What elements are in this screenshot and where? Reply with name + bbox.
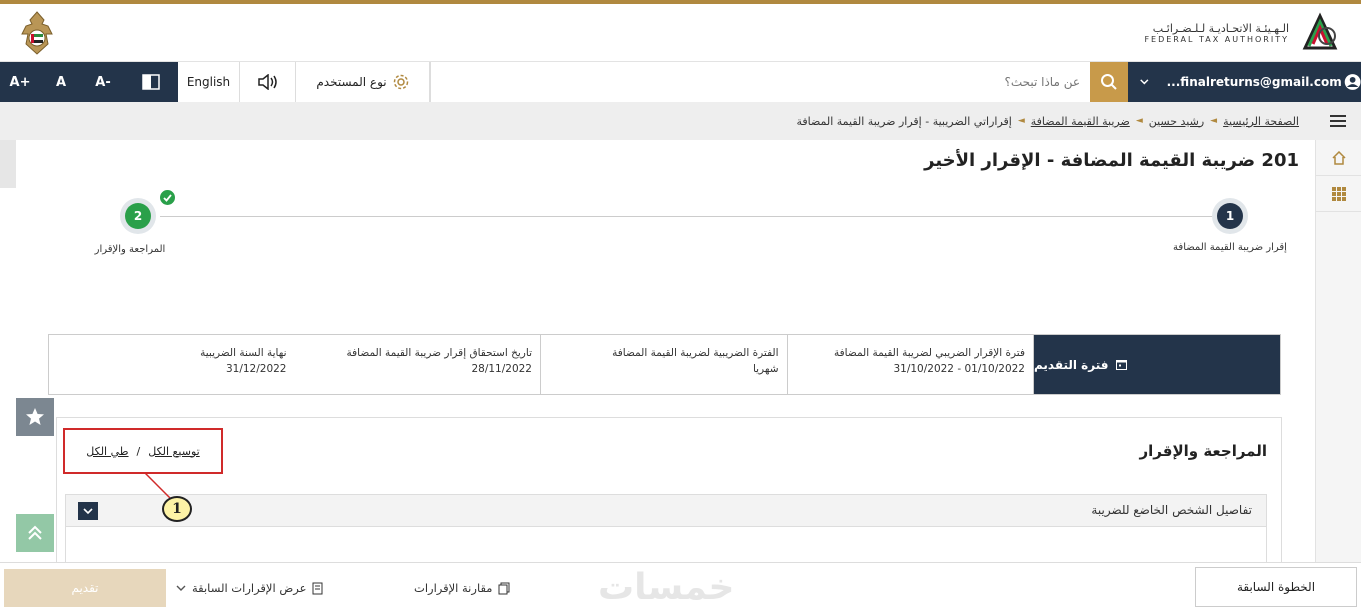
- info-label: نهاية السنة الضريبية: [200, 347, 287, 359]
- breadcrumb-home[interactable]: الصفحة الرئيسية: [1223, 115, 1299, 128]
- info-cell-due-date: تاريخ استحقاق إقرار ضريبة القيمة المضافة…: [295, 335, 541, 394]
- compare-returns-button[interactable]: مقارنة الإقرارات: [414, 569, 510, 607]
- expand-collapse-separator: /: [136, 444, 141, 458]
- hamburger-icon: [1330, 115, 1346, 127]
- chevron-down-icon: [176, 585, 186, 591]
- scroll-top-button[interactable]: [16, 514, 54, 552]
- uae-emblem-icon: [18, 10, 56, 56]
- calendar-icon: [1116, 360, 1128, 370]
- fta-name-en: FEDERAL TAX AUTHORITY: [1144, 35, 1289, 44]
- search-input[interactable]: [430, 62, 1090, 102]
- apps-button[interactable]: [1316, 176, 1361, 212]
- fta-name-ar: الـهـيئـة الاتحـاديـة لـلـضـرائـب: [1152, 22, 1289, 35]
- expand-collapse-highlight: توسيع الكل / طي الكل: [63, 428, 223, 474]
- info-cell-return-period: فترة الإقرار الضريبي لضريبة القيمة المضا…: [788, 335, 1034, 394]
- search-icon: [1101, 74, 1117, 90]
- step-1[interactable]: 1: [1212, 198, 1248, 234]
- submit-button[interactable]: تقديم: [4, 569, 166, 607]
- info-label: تاريخ استحقاق إقرار ضريبة القيمة المضافة: [346, 347, 532, 359]
- home-icon: [1332, 150, 1346, 165]
- callout-badge: 1: [162, 496, 192, 522]
- breadcrumb-taxpayer[interactable]: رشيد حسين: [1149, 115, 1204, 128]
- info-value: شهريا: [752, 363, 779, 375]
- account-email: ...finalreturns@gmail.com: [1166, 75, 1342, 89]
- hamburger-menu-button[interactable]: [1315, 102, 1361, 140]
- left-edge-tab[interactable]: [0, 140, 16, 188]
- user-avatar-icon: [1344, 74, 1361, 90]
- return-doc-icon: [312, 582, 323, 594]
- step-2-label: المراجعة والإقرار: [94, 244, 166, 255]
- review-title: المراجعة والإقرار: [1139, 442, 1267, 460]
- info-cell-year-end: نهاية السنة الضريبية 31/12/2022: [49, 335, 295, 394]
- logo-bar: الـهـيئـة الاتحـاديـة لـلـضـرائـب FEDERA…: [0, 4, 1361, 62]
- font-decrease-button[interactable]: A-: [82, 62, 124, 102]
- search-button[interactable]: [1090, 62, 1128, 102]
- info-value: 01/10/2022 - 31/10/2022: [893, 363, 1025, 375]
- filing-info-table: فترة التقديم فترة الإقرار الضريبي لضريبة…: [48, 334, 1281, 395]
- check-icon: [160, 190, 175, 205]
- account-menu[interactable]: ...finalreturns@gmail.com: [1128, 62, 1361, 102]
- fta-logo[interactable]: الـهـيئـة الاتحـاديـة لـلـضـرائـب FEDERA…: [1144, 10, 1343, 56]
- previous-returns-button[interactable]: عرض الإقرارات السابقة: [176, 569, 324, 607]
- step-2[interactable]: 2: [120, 198, 156, 234]
- info-value: 28/11/2022: [471, 363, 532, 375]
- user-type-label: نوع المستخدم: [316, 75, 387, 89]
- step-1-number: 1: [1217, 203, 1243, 229]
- info-cell-tax-period: الفترة الضريبية لضريبة القيمة المضافة شه…: [541, 335, 788, 394]
- previous-returns-label: عرض الإقرارات السابقة: [192, 581, 307, 595]
- breadcrumb-separator-icon: ◄: [1017, 116, 1025, 126]
- accordion-body: [65, 527, 1267, 564]
- breadcrumb-vat[interactable]: ضريبة القيمة المضافة: [1031, 115, 1130, 128]
- grid-icon: [1332, 186, 1346, 201]
- side-rail: [1315, 140, 1361, 562]
- chevron-down-icon: [83, 507, 93, 514]
- speaker-icon: [257, 74, 277, 90]
- breadcrumb: الصفحة الرئيسية ◄ رشيد حسين ◄ ضريبة القي…: [796, 102, 1299, 140]
- chevron-down-icon: [1140, 79, 1149, 85]
- font-increase-button[interactable]: A+: [0, 62, 40, 102]
- contrast-icon: [142, 74, 160, 90]
- star-icon: [26, 408, 44, 425]
- breadcrumb-separator-icon: ◄: [1210, 116, 1218, 126]
- audio-button[interactable]: [240, 62, 296, 102]
- breadcrumb-bar: الصفحة الرئيسية ◄ رشيد حسين ◄ ضريبة القي…: [0, 102, 1361, 140]
- home-button[interactable]: [1316, 140, 1361, 176]
- review-panel: المراجعة والإقرار توسيع الكل / طي الكل ت…: [56, 417, 1282, 564]
- fta-logo-icon: [1302, 12, 1338, 50]
- step-2-number: 2: [125, 203, 151, 229]
- breadcrumb-separator-icon: ◄: [1135, 116, 1143, 126]
- taxable-person-accordion[interactable]: تفاصيل الشخص الخاضع للضريبة: [65, 494, 1267, 527]
- expand-all-link[interactable]: توسيع الكل: [148, 445, 199, 458]
- breadcrumb-current: إقراراتي الضريبية - إقرار ضريبة القيمة ا…: [796, 114, 1012, 128]
- favorite-button[interactable]: [16, 398, 54, 436]
- info-label: فترة الإقرار الضريبي لضريبة القيمة المضا…: [834, 347, 1025, 359]
- user-type-button[interactable]: نوع المستخدم: [296, 62, 430, 102]
- collapse-all-link[interactable]: طي الكل: [86, 445, 128, 458]
- info-label: الفترة الضريبية لضريبة القيمة المضافة: [612, 347, 779, 359]
- accordion-toggle-button[interactable]: [78, 502, 98, 520]
- double-chevron-up-icon: [28, 525, 42, 540]
- compare-doc-icon: [498, 582, 510, 594]
- accordion-title: تفاصيل الشخص الخاضع للضريبة: [1091, 503, 1252, 517]
- filing-period-label: فترة التقديم: [1034, 357, 1109, 372]
- contrast-button[interactable]: [124, 62, 178, 102]
- info-value: 31/12/2022: [225, 363, 287, 375]
- stepper-line: [160, 216, 1230, 217]
- toolbar: A+ A A- English نوع المستخدم ...finalret…: [0, 62, 1361, 102]
- previous-step-button[interactable]: الخطوة السابقة: [1195, 567, 1357, 607]
- watermark: خمسات: [598, 567, 735, 608]
- gear-icon: [393, 74, 408, 90]
- compare-returns-label: مقارنة الإقرارات: [414, 581, 493, 595]
- language-button[interactable]: English: [178, 62, 240, 102]
- filing-period-header: فترة التقديم: [1034, 335, 1280, 394]
- step-1-label: إقرار ضريبة القيمة المضافة: [1173, 242, 1287, 253]
- footer-bar: تقديم عرض الإقرارات السابقة مقارنة الإقر…: [0, 562, 1361, 613]
- font-normal-button[interactable]: A: [40, 62, 82, 102]
- page-title: 201 ضريبة القيمة المضافة - الإقرار الأخي…: [924, 150, 1299, 171]
